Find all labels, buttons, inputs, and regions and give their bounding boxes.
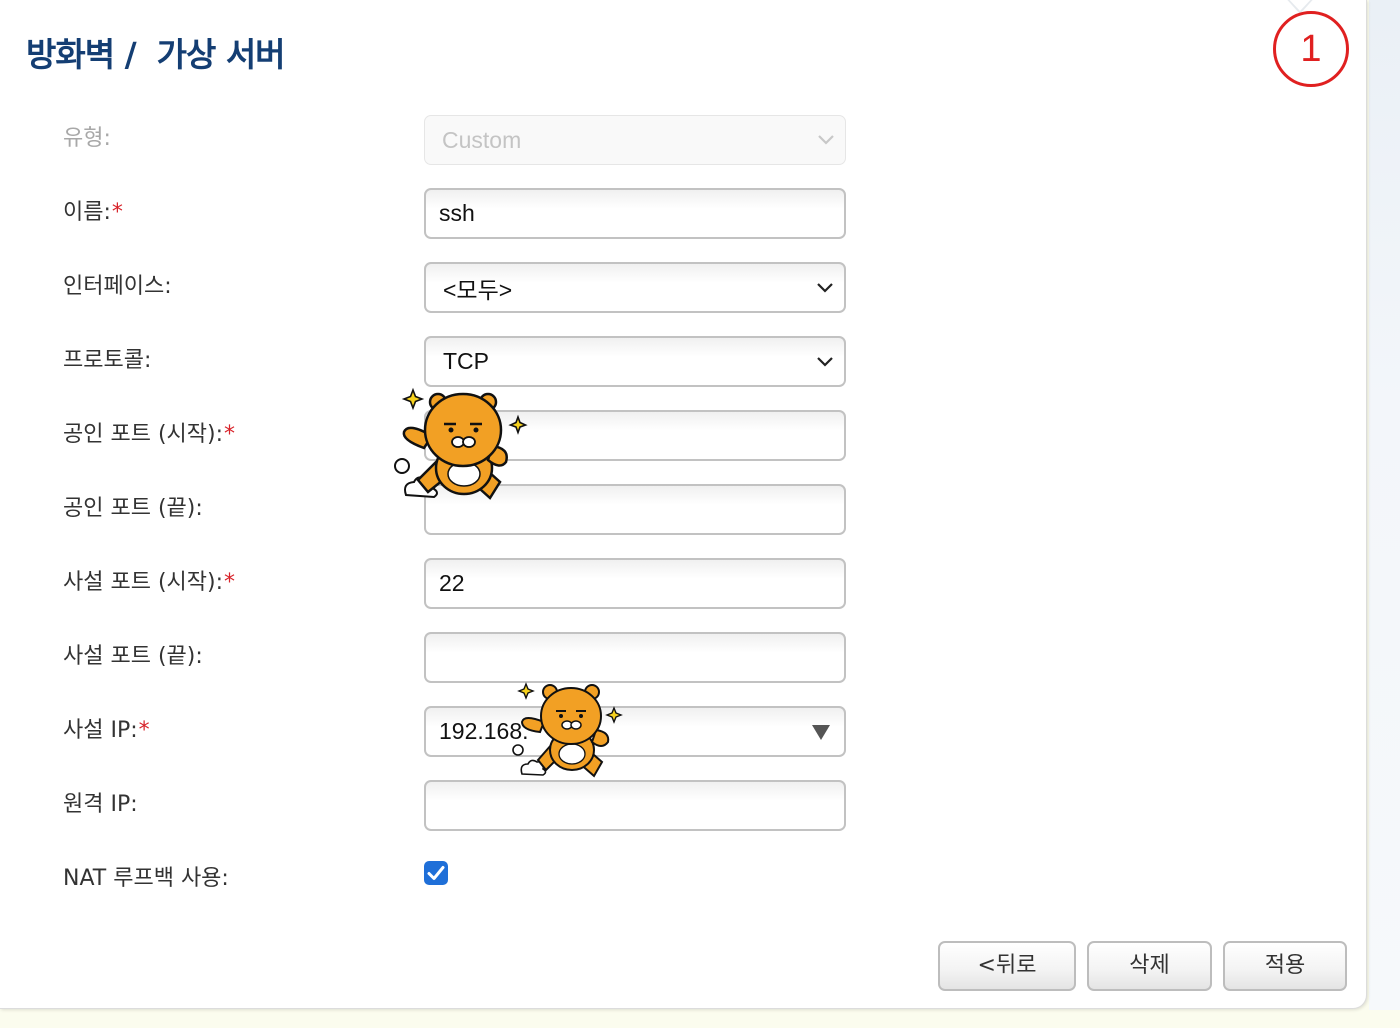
remote-ip-label: 원격 IP:	[63, 792, 138, 817]
name-input[interactable]: ssh	[424, 188, 846, 239]
private-port-start-input[interactable]: 22	[424, 558, 846, 609]
name-label-text: 이름:	[63, 200, 111, 225]
private-port-start-value: 22	[439, 570, 465, 596]
name-label: 이름:*	[63, 194, 123, 226]
chevron-down-icon	[817, 282, 833, 293]
ryan-mascot-sticker-icon	[394, 387, 528, 500]
chevron-down-icon	[817, 356, 833, 367]
dropdown-triangle-icon[interactable]	[812, 724, 830, 740]
private-port-end-input[interactable]	[424, 632, 846, 683]
nat-loopback-checkbox[interactable]	[424, 861, 448, 885]
protocol-select-value: TCP	[443, 348, 489, 374]
chevron-down-icon	[818, 135, 834, 145]
apply-button[interactable]: 적용	[1223, 941, 1347, 991]
public-port-end-label: 공인 포트 (끝):	[63, 496, 203, 521]
interface-select-value: <모두>	[443, 276, 513, 303]
back-button[interactable]: <뒤로	[938, 941, 1076, 991]
type-select: Custom	[424, 115, 846, 165]
right-background-strip	[1369, 0, 1400, 1010]
ryan-mascot-sticker-icon	[512, 682, 623, 778]
private-port-start-label: 사설 포트 (시작):*	[63, 564, 235, 596]
step-number-badge: 1	[1273, 11, 1349, 87]
breadcrumb-parent: 방화벽 /	[26, 35, 137, 74]
type-select-value: Custom	[442, 126, 522, 153]
protocol-label: 프로토콜:	[63, 348, 152, 373]
private-ip-combobox[interactable]: 192.168.	[424, 706, 846, 757]
private-port-end-label: 사설 포트 (끝):	[63, 644, 203, 669]
name-input-value: ssh	[439, 200, 475, 226]
page-title: 방화벽 / 가상 서버	[26, 28, 286, 76]
private-port-start-label-text: 사설 포트 (시작):	[63, 570, 224, 595]
required-mark: *	[138, 718, 150, 743]
type-label: 유형:	[63, 126, 111, 151]
remote-ip-input[interactable]	[424, 780, 846, 831]
interface-select[interactable]: <모두>	[424, 262, 846, 313]
private-ip-label-text: 사설 IP:	[63, 718, 138, 743]
checkmark-icon	[427, 866, 445, 880]
public-port-start-label-text: 공인 포트 (시작):	[63, 422, 224, 447]
public-port-start-label: 공인 포트 (시작):*	[63, 416, 235, 448]
private-ip-label: 사설 IP:*	[63, 712, 150, 744]
required-mark: *	[224, 570, 236, 595]
protocol-select[interactable]: TCP	[424, 336, 846, 387]
interface-label: 인터페이스:	[63, 274, 172, 299]
page-title-text: 가상 서버	[156, 35, 286, 74]
nat-loopback-label: NAT 루프백 사용:	[63, 866, 229, 891]
delete-button[interactable]: 삭제	[1087, 941, 1212, 991]
required-mark: *	[224, 422, 236, 447]
required-mark: *	[111, 200, 123, 225]
virtual-server-panel: 방화벽 / 가상 서버 1 유형: Custom 이름:* ssh 인터페이스:…	[0, 0, 1367, 1009]
